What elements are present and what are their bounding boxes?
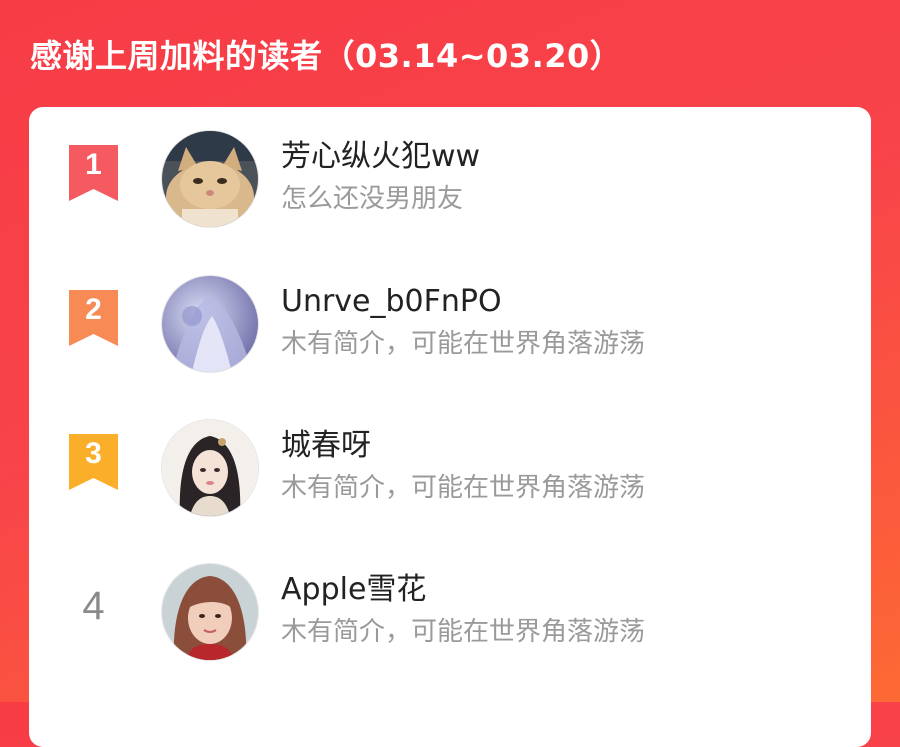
cat-avatar-icon <box>162 131 258 227</box>
reader-name[interactable]: 芳心纵火犯ww <box>281 137 480 177</box>
rank-number: 3 <box>85 437 102 470</box>
page-title: 感谢上周加料的读者（03.14~03.20） <box>30 37 623 75</box>
reader-row-1[interactable]: 1 芳心纵火犯ww 怎么还没男朋友 <box>29 107 871 237</box>
rank-ribbon-gold-icon: 1 <box>69 145 118 201</box>
reader-bio: 木有简介，可能在世界角落游荡 <box>281 329 646 359</box>
rank-ribbon-bronze-icon: 3 <box>69 434 118 490</box>
anime-purple-avatar-icon <box>162 276 258 372</box>
avatar[interactable] <box>161 275 259 373</box>
rank-number: 4 <box>82 584 105 628</box>
avatar[interactable] <box>161 419 259 517</box>
avatar[interactable] <box>161 563 259 661</box>
selfie-avatar-icon <box>162 564 258 660</box>
reader-bio: 木有简介，可能在世界角落游荡 <box>281 473 646 503</box>
rank-number: 2 <box>85 293 102 326</box>
reader-bio: 木有简介，可能在世界角落游荡 <box>281 617 646 647</box>
reader-ranking-card: 1 芳心纵火犯ww 怎么还没男朋友 2 Unrve_b0FnPO 木有简介，可能… <box>29 107 871 747</box>
reader-bio: 怎么还没男朋友 <box>281 184 464 214</box>
rank-number: 1 <box>85 148 102 181</box>
reader-row-2[interactable]: 2 Unrve_b0FnPO 木有简介，可能在世界角落游荡 <box>29 252 871 382</box>
avatar[interactable] <box>161 130 259 228</box>
reader-row-4[interactable]: 4 Apple雪花 木有简介，可能在世界角落游荡 <box>29 540 871 670</box>
ancient-girl-avatar-icon <box>162 420 258 516</box>
reader-name[interactable]: Apple雪花 <box>281 570 426 610</box>
rank-ribbon-silver-icon: 2 <box>69 290 118 346</box>
reader-name[interactable]: Unrve_b0FnPO <box>281 282 502 322</box>
reader-name[interactable]: 城春呀 <box>281 426 371 466</box>
reader-row-3[interactable]: 3 城春呀 木有简介，可能在世界角落游荡 <box>29 396 871 526</box>
